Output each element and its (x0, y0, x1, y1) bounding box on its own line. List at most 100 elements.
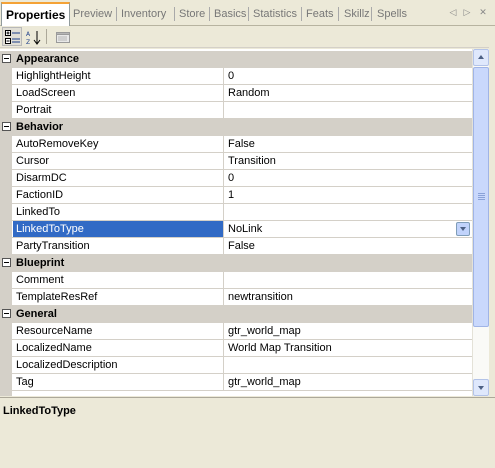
property-value[interactable]: newtransition (225, 289, 472, 305)
alphabetical-icon: A Z (26, 31, 41, 45)
tab-spells[interactable]: Spells (377, 5, 407, 25)
property-value[interactable]: 0 (225, 68, 472, 84)
scroll-down-icon[interactable] (473, 379, 489, 396)
property-row[interactable]: DisarmDC 0 (0, 170, 472, 187)
property-value[interactable]: gtr_world_map (225, 323, 472, 339)
row-gutter (0, 170, 12, 187)
tab-separator (209, 7, 210, 21)
property-value[interactable] (225, 272, 472, 288)
property-row[interactable]: HighlightHeight 0 (0, 68, 472, 85)
property-row-selected[interactable]: LinkedToType NoLink (0, 221, 472, 238)
tab-bar: Properties Preview Inventory Store Basic… (0, 0, 495, 26)
vertical-scrollbar[interactable] (472, 49, 489, 396)
property-name: HighlightHeight (13, 68, 224, 84)
property-value[interactable]: World Map Transition (225, 340, 472, 356)
tab-separator (301, 7, 302, 21)
category-behavior[interactable]: Behavior (0, 119, 472, 136)
property-value[interactable]: Random (225, 85, 472, 101)
tab-feats[interactable]: Feats (306, 5, 334, 25)
tab-statistics[interactable]: Statistics (253, 5, 297, 25)
description-title: LinkedToType (3, 405, 76, 417)
property-name: Portrait (13, 102, 224, 118)
property-name: LoadScreen (13, 85, 224, 101)
property-row[interactable]: Portrait (0, 102, 472, 119)
dropdown-arrow-icon[interactable] (456, 222, 470, 236)
category-general[interactable]: General (0, 306, 472, 323)
tab-properties[interactable]: Properties (1, 2, 71, 26)
collapse-icon[interactable] (2, 122, 11, 131)
category-blueprint[interactable]: Blueprint (0, 255, 472, 272)
tab-scroll-left-icon[interactable]: ◁ (448, 7, 458, 18)
property-row[interactable]: ResourceName gtr_world_map (0, 323, 472, 340)
property-row[interactable]: LocalizedDescription (0, 357, 472, 374)
collapse-icon[interactable] (2, 309, 11, 318)
category-label: Appearance (16, 53, 79, 65)
property-row[interactable]: FactionID 1 (0, 187, 472, 204)
tab-scroll-right-icon[interactable]: ▷ (462, 7, 472, 18)
tab-skillz[interactable]: Skillz (344, 5, 370, 25)
property-row-partial[interactable] (0, 391, 472, 396)
property-value[interactable] (225, 357, 472, 373)
property-grid: Appearance HighlightHeight 0 LoadScreen … (0, 49, 472, 396)
alphabetical-button[interactable]: A Z (23, 27, 43, 46)
property-row[interactable]: TemplateResRef newtransition (0, 289, 472, 306)
property-row[interactable]: AutoRemoveKey False (0, 136, 472, 153)
property-value[interactable]: Transition (225, 153, 472, 169)
row-gutter (0, 272, 12, 289)
tab-store[interactable]: Store (179, 5, 205, 25)
property-value[interactable]: gtr_world_map (225, 374, 472, 390)
property-row[interactable]: Tag gtr_world_map (0, 374, 472, 391)
collapse-icon[interactable] (2, 54, 11, 63)
category-label: General (16, 308, 57, 320)
row-gutter (0, 68, 12, 85)
property-name: LocalizedName (13, 340, 224, 356)
categorized-button[interactable] (2, 27, 22, 46)
property-row[interactable]: LoadScreen Random (0, 85, 472, 102)
tab-inventory[interactable]: Inventory (121, 5, 166, 25)
row-gutter (0, 85, 12, 102)
grip-icon (478, 193, 485, 201)
property-name: PartyTransition (13, 238, 224, 254)
property-value[interactable]: False (225, 238, 472, 254)
collapse-icon[interactable] (2, 258, 11, 267)
category-appearance[interactable]: Appearance (0, 51, 472, 68)
scroll-up-icon[interactable] (473, 49, 489, 66)
toolbar-separator (46, 29, 47, 44)
row-gutter (0, 136, 12, 153)
tab-preview[interactable]: Preview (73, 5, 112, 25)
property-value[interactable]: 0 (225, 170, 472, 186)
property-value[interactable]: 1 (225, 187, 472, 203)
property-pages-button[interactable] (52, 27, 72, 46)
tab-separator (116, 7, 117, 21)
property-name: DisarmDC (13, 170, 224, 186)
description-pane: LinkedToType (0, 397, 495, 468)
svg-text:Z: Z (26, 39, 30, 45)
property-value[interactable]: False (225, 136, 472, 152)
property-value[interactable] (225, 204, 472, 220)
categorized-icon (5, 30, 20, 44)
property-row[interactable]: Cursor Transition (0, 153, 472, 170)
scroll-thumb[interactable] (473, 67, 489, 327)
tab-separator (174, 7, 175, 21)
property-value[interactable] (225, 102, 472, 118)
row-gutter (0, 102, 12, 119)
tab-basics[interactable]: Basics (214, 5, 246, 25)
close-tab-icon[interactable]: ✕ (478, 7, 488, 18)
svg-text:A: A (26, 31, 31, 38)
property-pages-icon (56, 32, 70, 43)
row-gutter (0, 238, 12, 255)
property-row[interactable]: Comment (0, 272, 472, 289)
property-toolbar: A Z (0, 26, 495, 48)
row-gutter (0, 340, 12, 357)
row-gutter (0, 187, 12, 204)
row-gutter (0, 357, 12, 374)
row-gutter (0, 221, 12, 238)
property-name: LinkedTo (13, 204, 224, 220)
property-value-dropdown[interactable]: NoLink (225, 221, 472, 237)
property-name: AutoRemoveKey (13, 136, 224, 152)
tab-separator (248, 7, 249, 21)
property-name: Tag (13, 374, 224, 390)
property-row[interactable]: LocalizedName World Map Transition (0, 340, 472, 357)
property-row[interactable]: PartyTransition False (0, 238, 472, 255)
property-row[interactable]: LinkedTo (0, 204, 472, 221)
